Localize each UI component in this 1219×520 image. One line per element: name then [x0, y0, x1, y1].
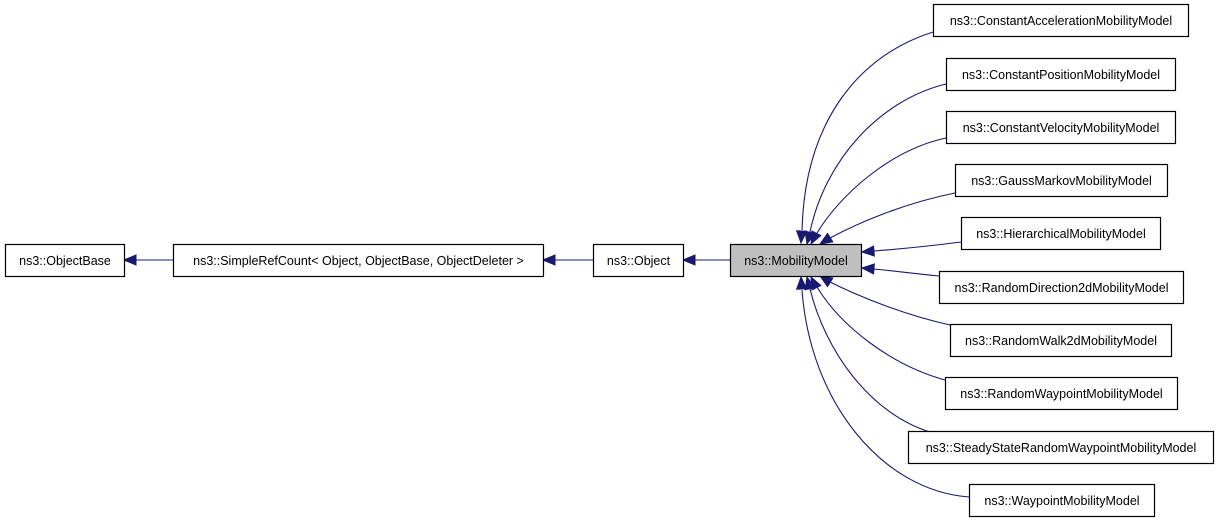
class-node-constantvelocity[interactable]: ns3::ConstantVelocityMobilityModel — [945, 110, 1177, 145]
arrowhead-icon — [860, 245, 875, 257]
arrowhead-icon — [860, 263, 875, 275]
class-label[interactable]: ns3::MobilityModel — [744, 254, 848, 268]
class-label[interactable]: ns3::HierarchicalMobilityModel — [976, 227, 1146, 241]
class-label[interactable]: ns3::RandomWaypointMobilityModel — [960, 387, 1162, 401]
inheritance-line — [809, 83, 947, 233]
inheritance-line — [801, 31, 934, 231]
inheritance-diagram: ns3::ObjectBase ns3::SimpleRefCount< Obje… — [4, 3, 1215, 518]
edge-constantvelocity-to-mobilitymodel — [810, 137, 947, 246]
inheritance-line — [801, 289, 970, 498]
inheritance-line — [873, 268, 940, 277]
class-label[interactable]: ns3::ConstantVelocityMobilityModel — [963, 121, 1160, 135]
inheritance-line — [816, 137, 947, 234]
class-node-mobilitymodel[interactable]: ns3::MobilityModel — [729, 243, 863, 278]
class-label[interactable]: ns3::RandomWalk2dMobilityModel — [965, 334, 1157, 348]
class-label[interactable]: ns3::ObjectBase — [19, 254, 111, 268]
class-label[interactable]: ns3::ConstantAccelerationMobilityModel — [950, 14, 1172, 28]
inheritance-line — [829, 192, 956, 239]
class-node-constantacceleration[interactable]: ns3::ConstantAccelerationMobilityModel — [932, 3, 1190, 38]
arrowhead-icon — [818, 232, 834, 245]
class-label[interactable]: ns3::GaussMarkovMobilityModel — [971, 174, 1152, 188]
class-node-hierarchical[interactable]: ns3::HierarchicalMobilityModel — [960, 216, 1162, 251]
inheritance-line — [816, 286, 946, 381]
class-node-randomwaypoint[interactable]: ns3::RandomWaypointMobilityModel — [944, 376, 1179, 411]
nodes-layer: ns3::ObjectBase ns3::SimpleRefCount< Obje… — [4, 3, 1215, 518]
class-node-randomwalk2d[interactable]: ns3::RandomWalk2dMobilityModel — [949, 323, 1173, 358]
edge-mobilitymodel-to-object — [681, 254, 730, 266]
class-label[interactable]: ns3::Object — [607, 254, 671, 268]
edge-hierarchical-to-mobilitymodel — [860, 241, 962, 257]
class-label[interactable]: ns3::SimpleRefCount< Object, ObjectBase,… — [193, 254, 524, 268]
arrowhead-icon — [795, 275, 808, 290]
edge-gaussmarkov-to-mobilitymodel — [818, 192, 956, 245]
class-label[interactable]: ns3::RandomDirection2dMobilityModel — [955, 281, 1169, 295]
class-node-waypoint[interactable]: ns3::WaypointMobilityModel — [968, 483, 1156, 518]
class-label[interactable]: ns3::SteadyStateRandomWaypointMobilityMo… — [926, 441, 1197, 455]
class-node-gaussmarkov[interactable]: ns3::GaussMarkovMobilityModel — [954, 163, 1169, 198]
class-node-object[interactable]: ns3::Object — [592, 243, 685, 278]
arrowhead-icon — [541, 254, 556, 266]
class-label[interactable]: ns3::ConstantPositionMobilityModel — [962, 68, 1160, 82]
edge-object-to-simplerefcount — [541, 254, 593, 266]
inheritance-line — [809, 288, 934, 434]
edge-steadystaterandomwaypoint-to-mobilitymodel — [804, 275, 934, 434]
edge-constantacceleration-to-mobilitymodel — [795, 31, 934, 245]
arrowhead-icon — [810, 230, 822, 246]
arrowhead-icon — [122, 254, 137, 266]
class-node-randomdirection2d[interactable]: ns3::RandomDirection2dMobilityModel — [938, 270, 1185, 305]
edge-simplerefcount-to-objectbase — [122, 254, 173, 266]
edge-randomwaypoint-to-mobilitymodel — [810, 275, 946, 381]
class-node-constantposition[interactable]: ns3::ConstantPositionMobilityModel — [945, 57, 1177, 92]
class-node-steadystaterandomwaypoint[interactable]: ns3::SteadyStateRandomWaypointMobilityMo… — [907, 430, 1215, 465]
inheritance-line — [873, 241, 962, 252]
class-node-simplerefcount[interactable]: ns3::SimpleRefCount< Object, ObjectBase,… — [172, 243, 545, 278]
class-label[interactable]: ns3::WaypointMobilityModel — [984, 494, 1139, 508]
class-node-objectbase[interactable]: ns3::ObjectBase — [4, 243, 126, 278]
inheritance-line — [829, 281, 951, 326]
edge-randomwalk2d-to-mobilitymodel — [818, 275, 951, 326]
arrowhead-icon — [818, 275, 834, 288]
edge-randomdirection2d-to-mobilitymodel — [860, 263, 940, 277]
arrowhead-icon — [681, 254, 696, 266]
